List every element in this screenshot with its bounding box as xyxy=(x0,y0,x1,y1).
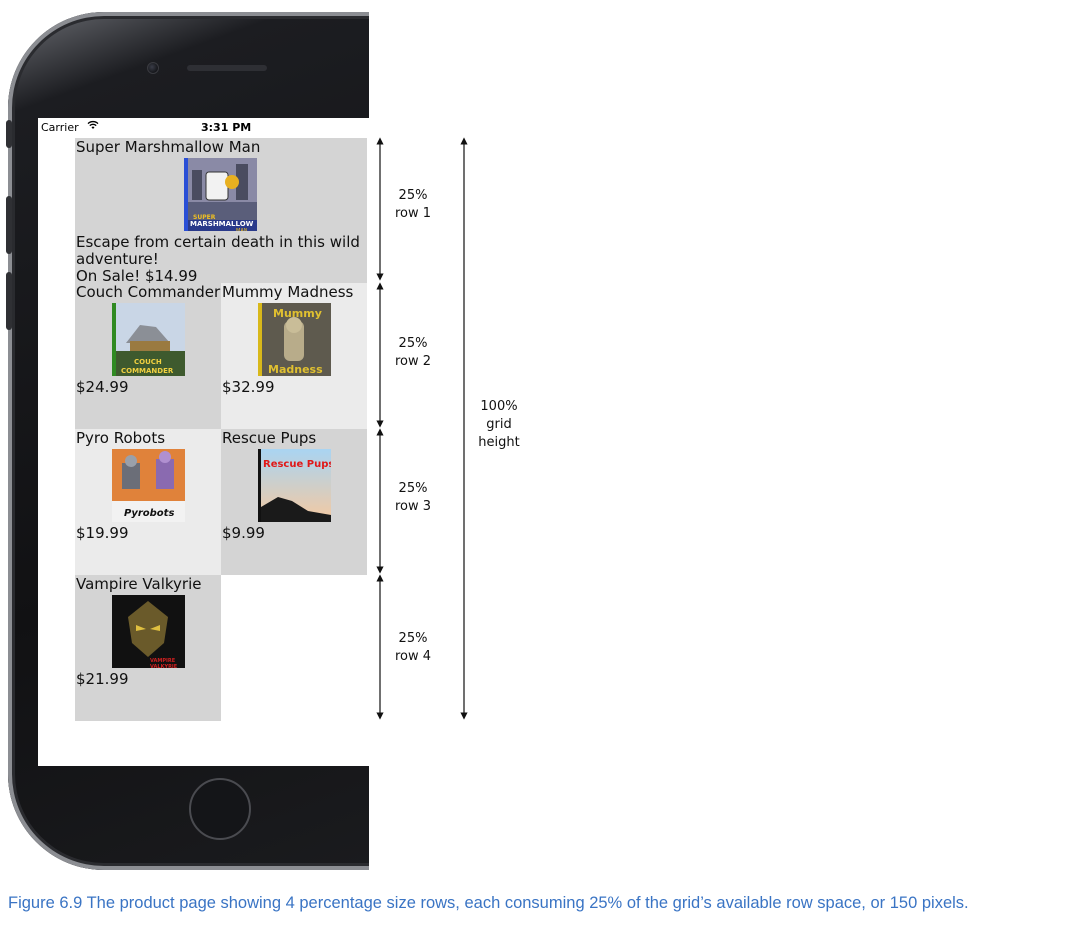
row-4-label: 25% row 4 xyxy=(394,631,432,664)
row-annotation-arrows xyxy=(376,137,468,720)
row-2-label: 25% row 2 xyxy=(394,336,432,369)
total-height-label: 100% grid height xyxy=(478,399,520,450)
row-1-label: 25% row 1 xyxy=(394,188,432,221)
figure-caption: Figure 6.9 The product page showing 4 pe… xyxy=(8,894,969,912)
row-3-label: 25% row 3 xyxy=(394,481,432,514)
